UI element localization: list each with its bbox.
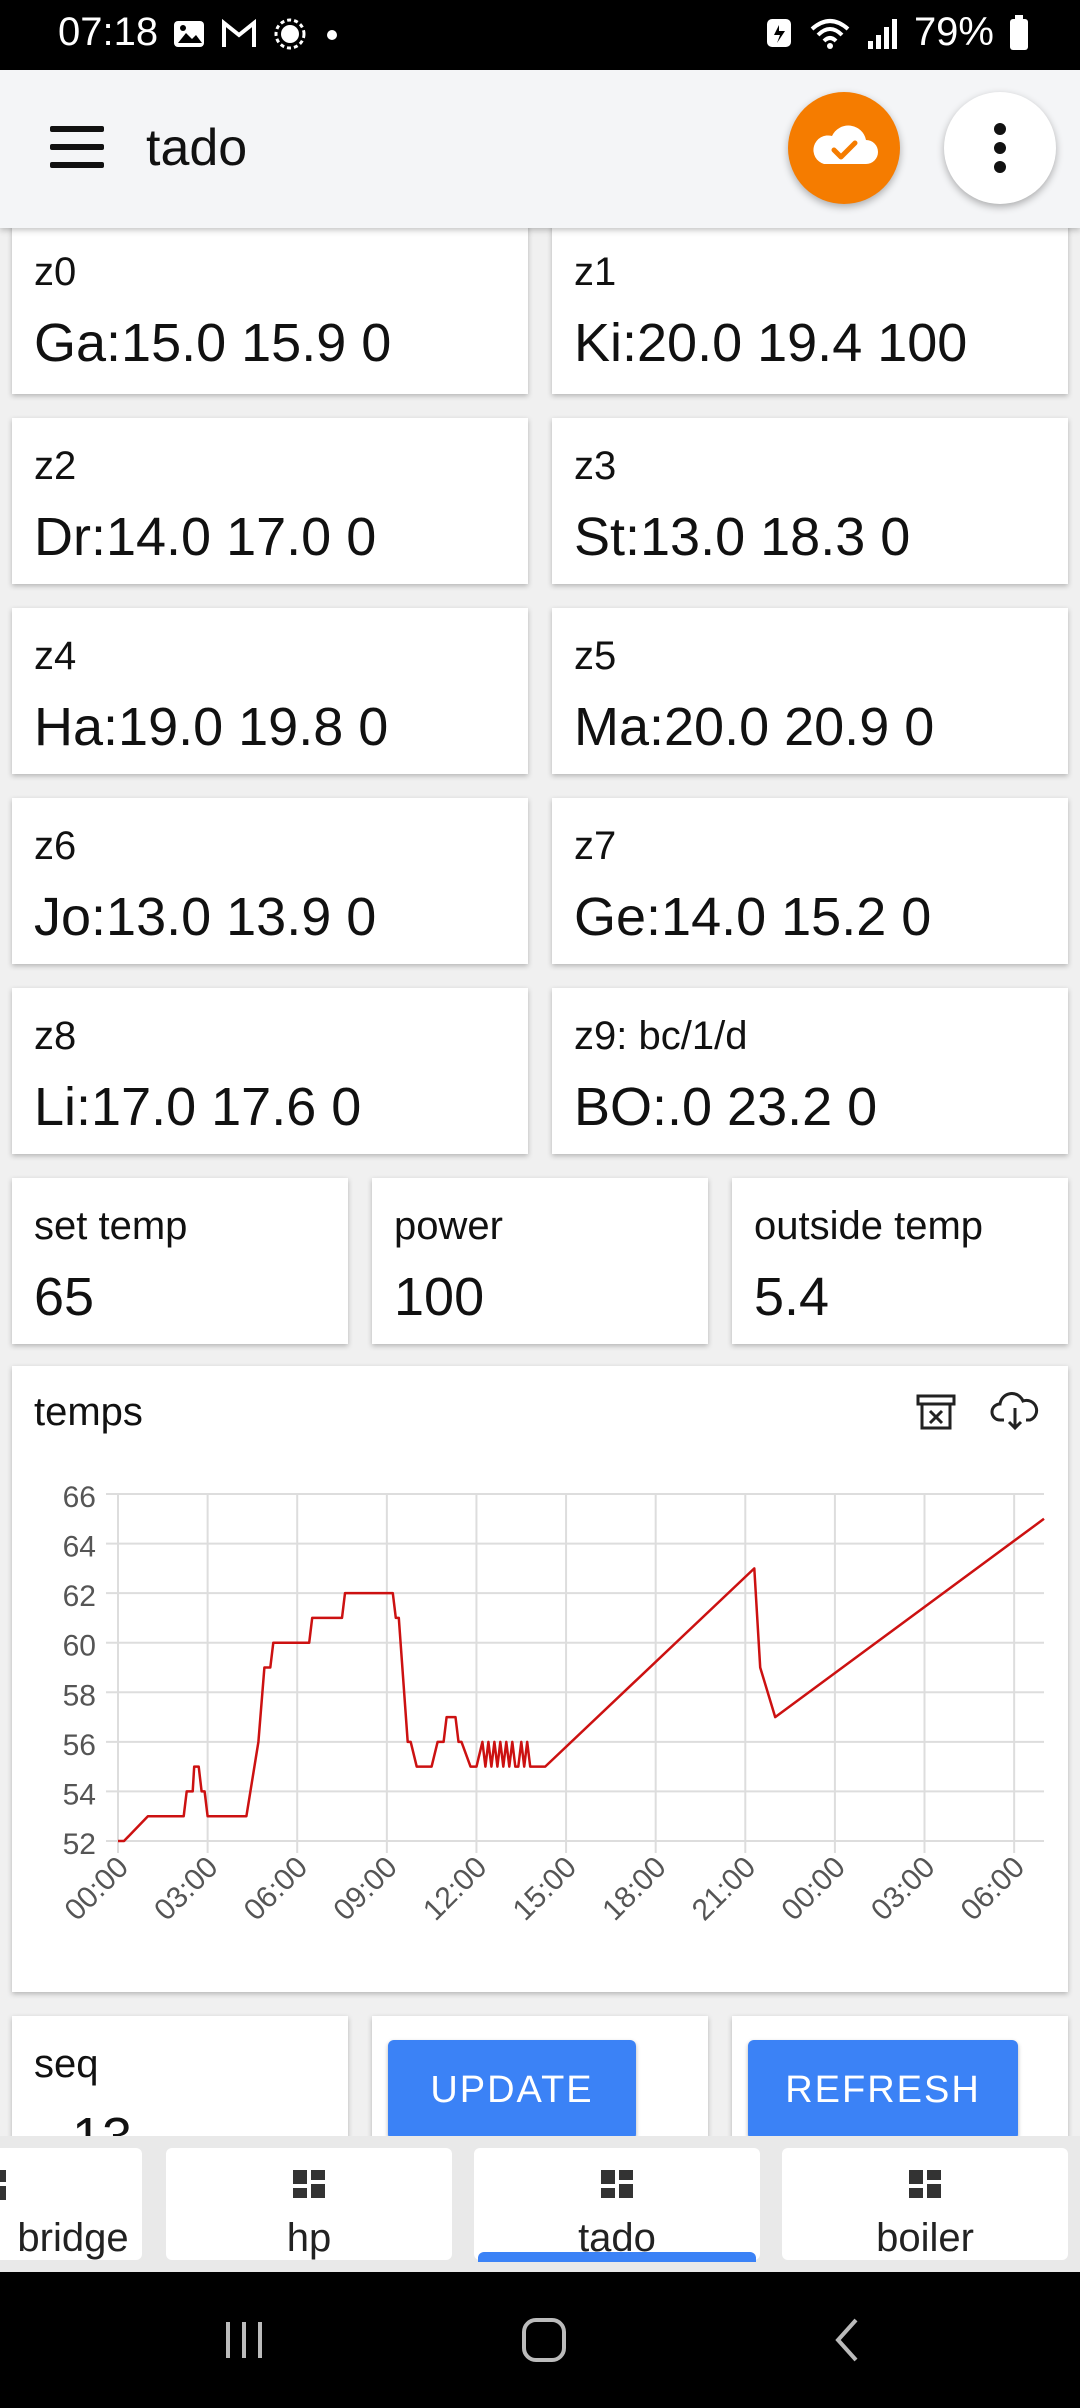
tab-tado[interactable]: tado	[474, 2148, 760, 2262]
x-tick-label: 18:00	[596, 1851, 672, 1927]
zone-label: z2	[34, 444, 77, 488]
zone-value: Jo:13.0 13.9 0	[34, 887, 377, 947]
temps-chart-card: temps 66 64 62 60 58 56 54 52 00:00 03:00 06:00 09:…	[12, 1366, 1068, 1992]
stat-value: 65	[34, 1267, 95, 1327]
gmail-icon	[222, 18, 256, 47]
page-title: tado	[146, 119, 248, 177]
y-tick-label: 54	[63, 1778, 96, 1811]
back-icon[interactable]	[818, 2310, 878, 2370]
zone-value: Ha:19.0 19.8 0	[34, 697, 389, 757]
dashboard-icon	[909, 2170, 941, 2202]
zone-card-z5: z5 Ma:20.0 20.9 0	[552, 608, 1068, 774]
bottom-nav: bridge hp tado boiler	[0, 2136, 1080, 2272]
x-tick-label: 09:00	[327, 1851, 403, 1927]
x-tick-label: 12:00	[417, 1851, 493, 1927]
stat-value: 100	[394, 1267, 485, 1327]
y-tick-label: 52	[63, 1828, 96, 1861]
x-tick-label: 21:00	[686, 1851, 762, 1927]
y-tick-label: 64	[63, 1531, 96, 1564]
zone-value: Ki:20.0 19.4 100	[574, 313, 968, 373]
cell-signal-icon	[867, 18, 897, 49]
cloud-sync-button[interactable]	[788, 92, 900, 204]
dashboard-icon	[293, 2170, 325, 2202]
zone-label: z4	[34, 634, 77, 678]
zone-value: Dr:14.0 17.0 0	[34, 507, 377, 567]
x-tick-label: 15:00	[507, 1851, 583, 1927]
zone-label: z6	[34, 824, 77, 868]
tab-bridge[interactable]: bridge	[0, 2148, 142, 2260]
y-tick-label: 62	[63, 1580, 96, 1613]
stat-card-set-temp: set temp 65	[12, 1178, 348, 1344]
zone-value: Li:17.0 17.6 0	[34, 1077, 362, 1137]
x-tick-label: 00:00	[775, 1851, 851, 1927]
battery-percent: 79%	[913, 10, 994, 54]
zone-value: Ma:20.0 20.9 0	[574, 697, 935, 757]
y-tick-label: 60	[63, 1630, 96, 1663]
y-tick-label: 66	[63, 1481, 96, 1514]
y-tick-label: 58	[63, 1679, 96, 1712]
zone-label: z9: bc/1/d	[574, 1014, 748, 1058]
dashboard-icon	[601, 2170, 633, 2202]
dashboard-icon	[0, 2170, 24, 2202]
stat-label: set temp	[34, 1204, 188, 1248]
zone-value: St:13.0 18.3 0	[574, 507, 911, 567]
x-tick-label: 06:00	[238, 1851, 314, 1927]
x-tick-label: 06:00	[955, 1851, 1031, 1927]
menu-icon[interactable]	[50, 126, 106, 170]
x-tick-label: 03:00	[148, 1851, 224, 1927]
recents-icon[interactable]	[214, 2310, 274, 2370]
system-nav-bar	[0, 2272, 1080, 2408]
refresh-button[interactable]: REFRESH	[748, 2040, 1018, 2140]
zone-card-z7: z7 Ge:14.0 15.2 0	[552, 798, 1068, 964]
zone-card-z1: z1 Ki:20.0 19.4 100	[552, 218, 1068, 394]
tab-label: tado	[578, 2216, 656, 2260]
stat-value: 5.4	[754, 1267, 830, 1327]
zone-value: Ge:14.0 15.2 0	[574, 887, 932, 947]
more-vert-icon[interactable]	[944, 92, 1056, 204]
update-button[interactable]: UPDATE	[388, 2040, 636, 2140]
image-icon	[174, 21, 204, 47]
zone-card-z3: z3 St:13.0 18.3 0	[552, 418, 1068, 584]
series-line	[118, 1517, 1045, 1843]
wifi-icon	[810, 18, 850, 49]
zone-label: z3	[574, 444, 617, 488]
tab-hp[interactable]: hp	[166, 2148, 452, 2260]
temps-line-chart: 666462605856545200:00 03:00 06:00 09:00 12:0…	[59, 1481, 1045, 1927]
home-icon[interactable]	[514, 2310, 574, 2370]
zone-value: BO:.0 23.2 0	[574, 1077, 878, 1137]
zone-card-z8: z8 Li:17.0 17.6 0	[12, 988, 528, 1154]
app-bar: tado	[0, 70, 1080, 228]
x-tick-label: 03:00	[865, 1851, 941, 1927]
battery-icon	[1010, 14, 1028, 50]
zone-card-z9: z9: bc/1/d BO:.0 23.2 0	[552, 988, 1068, 1154]
seq-label: seq	[34, 2042, 99, 2086]
zone-label: z8	[34, 1014, 77, 1058]
zone-card-z4: z4 Ha:19.0 19.8 0	[12, 608, 528, 774]
tab-label: bridge	[17, 2216, 129, 2260]
tab-label: hp	[286, 2216, 332, 2260]
stat-card-outside-temp: outside temp 5.4	[732, 1178, 1068, 1344]
zone-value: Ga:15.0 15.9 0	[34, 313, 392, 373]
zone-label: z1	[574, 250, 617, 294]
stat-label: power	[394, 1204, 503, 1248]
stat-card-power: power 100	[372, 1178, 708, 1344]
zone-card-z6: z6 Jo:13.0 13.9 0	[12, 798, 528, 964]
zone-label: z7	[574, 824, 617, 868]
x-tick-label: 00:00	[59, 1851, 135, 1927]
signal-app-icon	[274, 18, 306, 50]
tab-label: boiler	[876, 2216, 974, 2260]
zone-card-z0: z0 Ga:15.0 15.9 0	[12, 218, 528, 394]
tab-boiler[interactable]: boiler	[782, 2148, 1068, 2260]
zone-label: z0	[34, 250, 77, 294]
y-tick-label: 56	[63, 1729, 96, 1762]
cloud-check-icon	[813, 125, 878, 164]
notification-dot-icon	[327, 30, 337, 40]
status-time: 07:18	[58, 10, 159, 54]
stat-label: outside temp	[754, 1204, 984, 1248]
zone-card-z2: z2 Dr:14.0 17.0 0	[12, 418, 528, 584]
status-bar: 07:18 79%	[0, 0, 1080, 70]
zone-label: z5	[574, 634, 617, 678]
battery-saver-icon	[766, 18, 791, 47]
